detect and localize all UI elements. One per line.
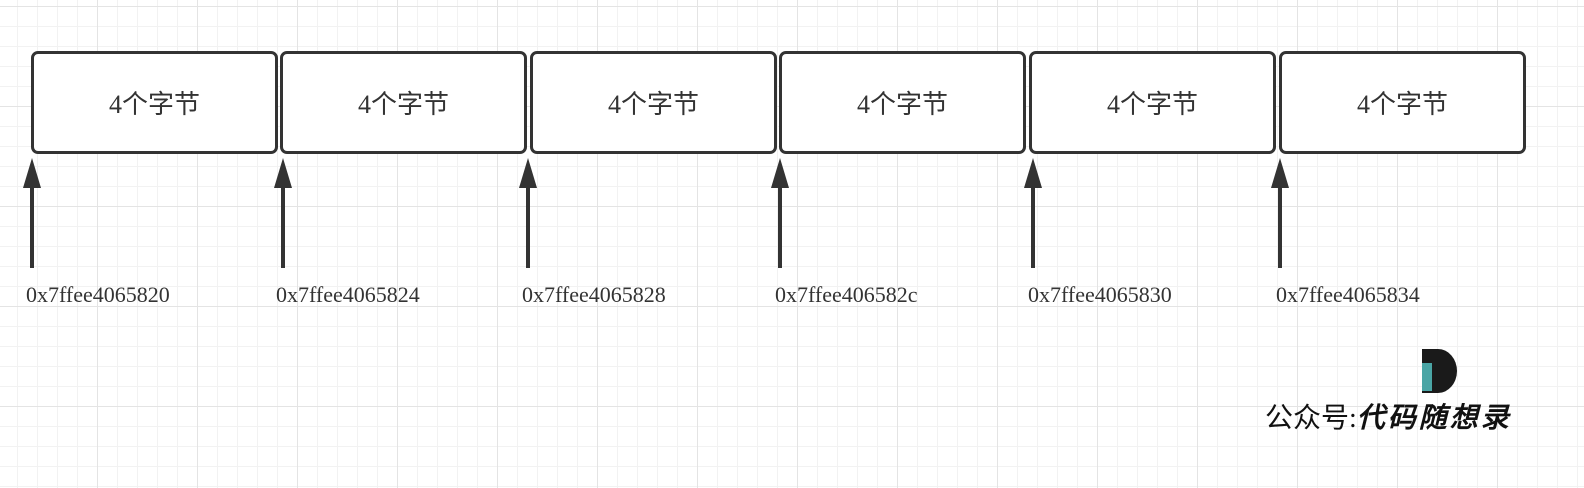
pointer-arrow-1 (274, 158, 292, 268)
pointer-arrow-3 (771, 158, 789, 268)
brand-logo-icon (1422, 349, 1457, 393)
memory-cell-0: 4个字节 (31, 51, 278, 154)
watermark-brand: 代码随想录 (1356, 403, 1512, 434)
memory-cell-3: 4个字节 (779, 51, 1026, 154)
pointer-arrow-5 (1271, 158, 1289, 268)
address-label-1: 0x7ffee4065824 (276, 282, 420, 307)
address-label-4: 0x7ffee4065830 (1028, 282, 1172, 307)
watermark: 公众号:代码随想录 (1265, 396, 1512, 436)
address-label-5: 0x7ffee4065834 (1276, 282, 1420, 307)
pointer-arrow-4 (1024, 158, 1042, 268)
address-label-3: 0x7ffee406582c (775, 282, 918, 307)
watermark-prefix: 公众号: (1265, 403, 1357, 434)
memory-cell-5: 4个字节 (1279, 51, 1526, 154)
memory-cell-1: 4个字节 (280, 51, 527, 154)
address-label-0: 0x7ffee4065820 (26, 282, 170, 307)
memory-cell-2: 4个字节 (530, 51, 777, 154)
pointer-arrow-0 (23, 158, 41, 268)
address-label-2: 0x7ffee4065828 (522, 282, 666, 307)
pointer-arrow-2 (519, 158, 537, 268)
memory-cell-4: 4个字节 (1029, 51, 1276, 154)
